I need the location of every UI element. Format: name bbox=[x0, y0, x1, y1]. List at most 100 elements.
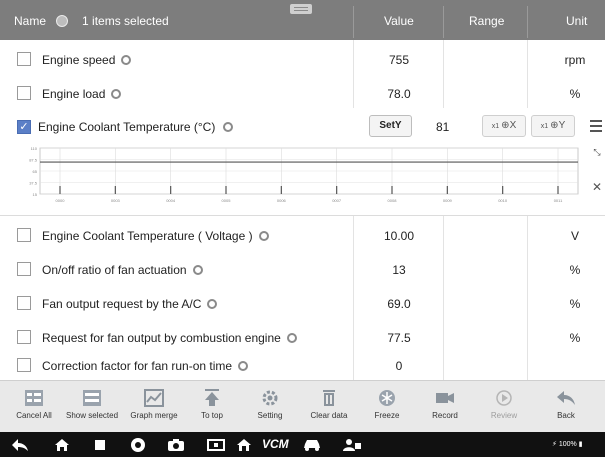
expand-icon[interactable]: ⤡ bbox=[589, 148, 605, 166]
row-label: Engine Coolant Temperature (°C) bbox=[38, 120, 234, 134]
info-circle-icon[interactable] bbox=[192, 265, 203, 275]
chart-y-tick-label: 15 bbox=[33, 192, 38, 197]
expanded-graph-row[interactable]: ✓ Engine Coolant Temperature (°C) SetY 8… bbox=[0, 108, 605, 216]
info-icon[interactable] bbox=[56, 15, 69, 27]
to-top-button[interactable]: To top bbox=[184, 385, 240, 420]
nav-users-icon[interactable] bbox=[340, 435, 364, 455]
freeze-label: Freeze bbox=[374, 411, 400, 420]
row-checkbox[interactable] bbox=[17, 228, 31, 242]
row-checkbox[interactable] bbox=[17, 86, 31, 100]
chart-x-tick-label: 0000 bbox=[56, 198, 66, 203]
back-button[interactable]: Back bbox=[538, 385, 594, 420]
clear-data-icon bbox=[323, 390, 335, 406]
graph-row-value: 81 bbox=[436, 120, 450, 134]
table-header: Name 1 items selected Value Range Unit bbox=[0, 0, 605, 40]
close-icon[interactable]: ✕ bbox=[589, 178, 605, 196]
row-label: Fan output request by the A/C bbox=[42, 297, 218, 311]
to-top-icon bbox=[205, 389, 219, 406]
nav-back-icon[interactable] bbox=[8, 435, 32, 455]
setting-icon bbox=[262, 390, 278, 406]
freeze-icon bbox=[379, 390, 395, 406]
row-value: 69.0 bbox=[387, 297, 411, 311]
nav-vehicle-icon[interactable] bbox=[300, 435, 324, 455]
row-checkbox[interactable] bbox=[17, 52, 31, 66]
cancel-all-icon bbox=[25, 390, 43, 406]
zoom-in-icon: ⊕ bbox=[550, 120, 559, 131]
zoom-y-button[interactable]: x1 ⊕Y bbox=[531, 115, 575, 137]
set-y-button[interactable]: SetY bbox=[369, 115, 412, 137]
nav-camera-icon[interactable] bbox=[164, 435, 188, 455]
row-label: Correction factor for fan run-on time bbox=[42, 359, 249, 373]
nav-vehicle-home-icon[interactable] bbox=[232, 435, 256, 455]
show-selected-icon bbox=[83, 390, 101, 406]
info-circle-icon[interactable] bbox=[223, 122, 234, 132]
show-selected-button[interactable]: Show selected bbox=[64, 385, 120, 420]
show-selected-label: Show selected bbox=[65, 411, 119, 420]
nav-screenshot-icon[interactable] bbox=[204, 435, 228, 455]
nav-recents-icon[interactable] bbox=[88, 435, 112, 455]
review-button[interactable]: Review bbox=[476, 385, 532, 420]
nav-vcm-label[interactable]: VCM bbox=[262, 437, 289, 451]
record-button[interactable]: Record bbox=[417, 385, 473, 420]
row-label: Request for fan output by combustion eng… bbox=[42, 331, 297, 345]
header-name-label: Name bbox=[14, 14, 47, 28]
setting-button[interactable]: Setting bbox=[242, 385, 298, 420]
review-label: Review bbox=[490, 411, 518, 420]
menu-icon[interactable] bbox=[588, 117, 604, 135]
info-circle-icon[interactable] bbox=[121, 55, 132, 65]
row-label: Engine load bbox=[42, 87, 122, 101]
header-divider bbox=[443, 6, 444, 38]
bottom-toolbar: Cancel All Show selected Graph merge To … bbox=[0, 380, 605, 432]
row-checkbox[interactable] bbox=[17, 358, 31, 372]
freeze-button[interactable]: Freeze bbox=[359, 385, 415, 420]
zoom-x-button[interactable]: x1 ⊕X bbox=[482, 115, 526, 137]
chart-y-tick-label: 65 bbox=[33, 169, 38, 174]
row-checkbox[interactable] bbox=[17, 262, 31, 276]
drag-handle-icon[interactable] bbox=[290, 4, 312, 14]
row-checkbox[interactable] bbox=[17, 296, 31, 310]
coolant-temperature-chart: 110 87.5 65 37.5 15 0000 0003 0004 0005 0006 0007 0… bbox=[29, 146, 579, 203]
graph-merge-button[interactable]: Graph merge bbox=[126, 385, 182, 420]
back-label: Back bbox=[557, 411, 575, 420]
chart-x-tick-label: 0007 bbox=[332, 198, 342, 203]
info-circle-icon[interactable] bbox=[111, 89, 122, 99]
nav-home-icon[interactable] bbox=[50, 435, 74, 455]
row-value: 10.00 bbox=[383, 229, 415, 243]
status-battery: ⚡ 100% ▮ bbox=[552, 441, 583, 448]
header-range-label: Range bbox=[469, 14, 505, 28]
nav-browser-icon[interactable] bbox=[126, 435, 150, 455]
header-name-column: Name 1 items selected bbox=[14, 14, 169, 28]
graph-merge-label: Graph merge bbox=[130, 411, 178, 420]
chart-x-tick-label: 0008 bbox=[388, 198, 398, 203]
row-unit: V bbox=[570, 229, 579, 243]
clear-data-button[interactable]: Clear data bbox=[301, 385, 357, 420]
row-label: Engine Coolant Temperature ( Voltage ) bbox=[42, 229, 269, 243]
row-unit: % bbox=[569, 331, 581, 345]
info-circle-icon[interactable] bbox=[238, 361, 249, 371]
row-unit: rpm bbox=[564, 53, 586, 67]
cancel-all-button[interactable]: Cancel All bbox=[6, 385, 62, 420]
record-label: Record bbox=[432, 411, 458, 420]
record-icon bbox=[436, 393, 454, 403]
info-circle-icon[interactable] bbox=[286, 333, 297, 343]
row-value: 77.5 bbox=[387, 331, 411, 345]
row-value: 0 bbox=[395, 359, 403, 373]
row-checkbox-checked[interactable]: ✓ bbox=[17, 120, 31, 134]
to-top-label: To top bbox=[201, 411, 223, 420]
header-divider bbox=[353, 6, 354, 38]
info-circle-icon[interactable] bbox=[207, 299, 218, 309]
zoom-in-icon: ⊕ bbox=[501, 120, 510, 131]
row-value: 78.0 bbox=[387, 87, 411, 101]
row-checkbox[interactable] bbox=[17, 330, 31, 344]
review-icon bbox=[496, 390, 512, 406]
chart-x-tick-label: 0006 bbox=[277, 198, 287, 203]
clear-data-label: Clear data bbox=[310, 411, 348, 420]
graph-merge-icon bbox=[144, 389, 164, 407]
info-circle-icon[interactable] bbox=[258, 231, 269, 241]
selection-count: 1 items selected bbox=[82, 14, 169, 28]
chart-y-tick-label: 87.5 bbox=[29, 158, 38, 163]
chart-x-tick-label: 0011 bbox=[554, 198, 563, 203]
row-value: 13 bbox=[392, 263, 406, 277]
row-unit: % bbox=[569, 87, 581, 101]
chart-x-tick-label: 0005 bbox=[222, 198, 232, 203]
